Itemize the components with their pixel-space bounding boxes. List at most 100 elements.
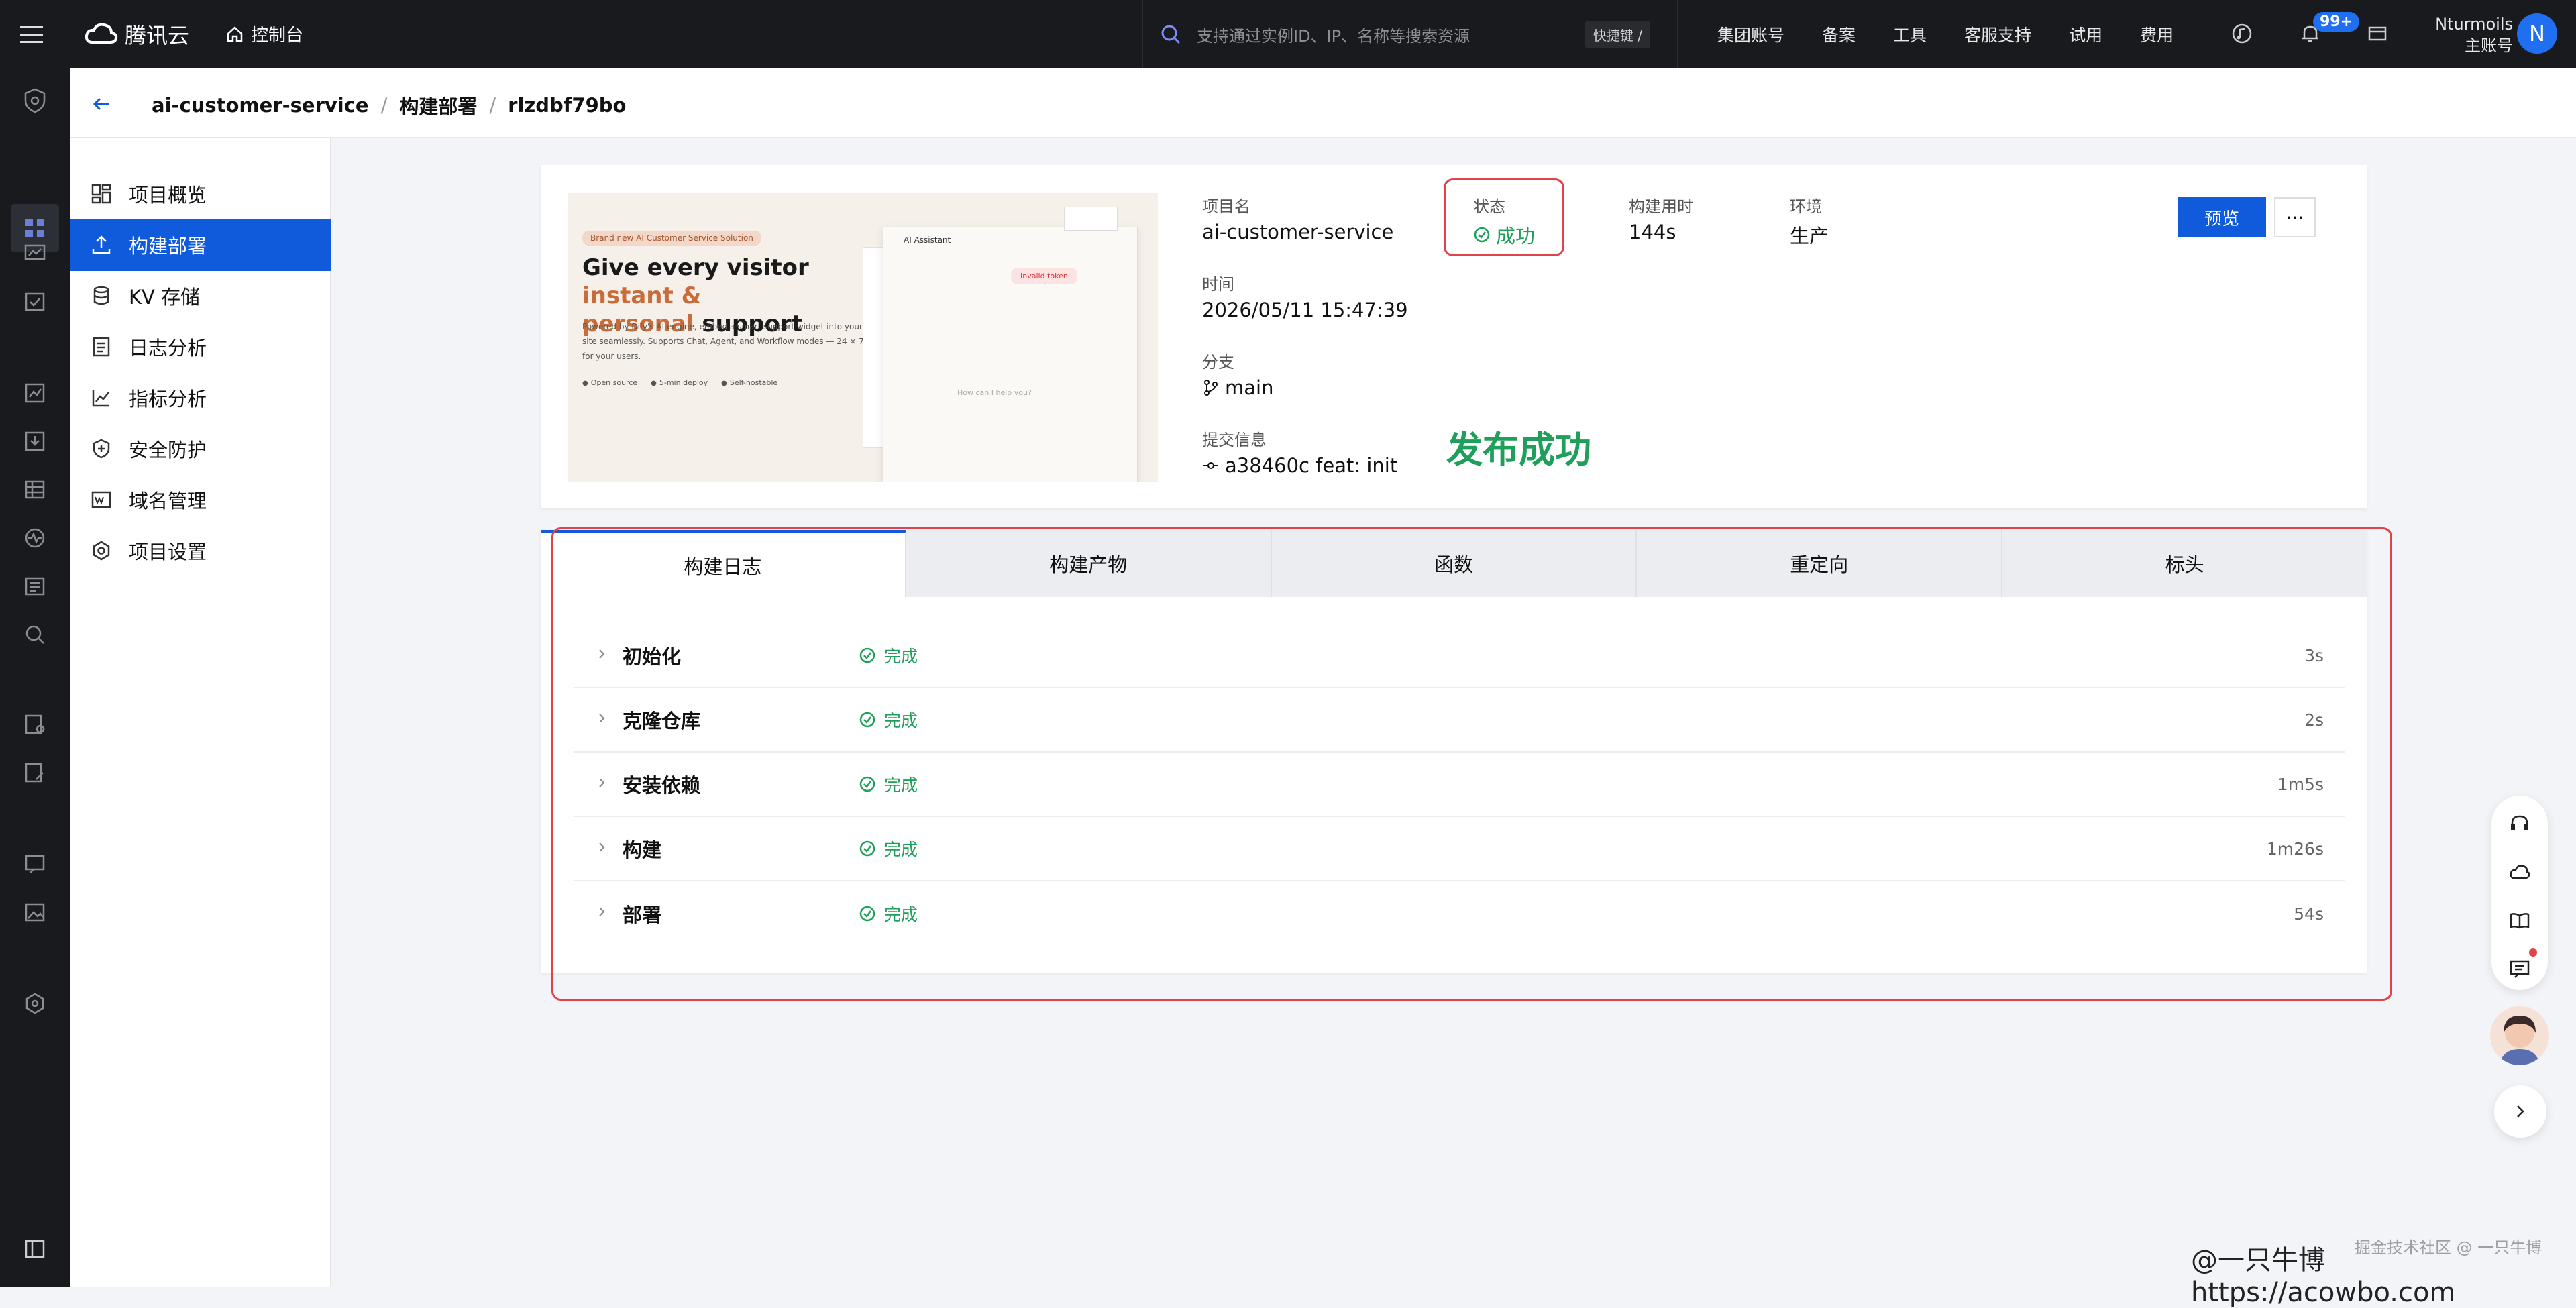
sidebar-item-settings[interactable]: 项目设置 [70, 525, 331, 577]
detail-tabs: 构建日志 构建产物 函数 重定向 标头 [541, 530, 2367, 597]
nav-support[interactable]: 客服支持 [1964, 22, 2031, 46]
pulse-icon[interactable] [21, 525, 48, 551]
book-icon[interactable] [2506, 907, 2533, 934]
preview-features: Open source 5-min deploy Self-hostable [582, 378, 777, 387]
build-step-row[interactable]: 部署 完成 54s [574, 881, 2345, 946]
search-rail-icon[interactable] [21, 621, 48, 648]
build-step-row[interactable]: 构建 完成 1m26s [574, 817, 2345, 881]
search-icon [1161, 25, 1181, 44]
nav-tools[interactable]: 工具 [1893, 22, 1927, 46]
chevron-right-icon [594, 775, 609, 790]
image-icon[interactable] [21, 899, 48, 926]
user-role: 主账号 [2465, 36, 2513, 55]
cart-icon[interactable] [2364, 20, 2391, 47]
global-search[interactable]: 支持通过实例ID、IP、名称等搜索资源 快捷键 / [1142, 0, 1678, 68]
search-placeholder: 支持通过实例ID、IP、名称等搜索资源 [1197, 26, 1470, 46]
environment-field: 环境 生产 [1790, 197, 1829, 248]
avatar[interactable]: N [2517, 13, 2557, 54]
domain-icon [90, 488, 113, 511]
user-name: Nturmoils [2435, 15, 2513, 34]
nav-billing[interactable]: 费用 [2140, 22, 2174, 46]
nav-group-account[interactable]: 集团账号 [1717, 22, 1784, 46]
sidebar-item-domains[interactable]: 域名管理 [70, 474, 331, 526]
step-status: 完成 [859, 902, 918, 926]
grid-apps-icon[interactable] [21, 215, 48, 241]
step-duration: 2s [2304, 710, 2324, 730]
tencent-cloud-logo[interactable]: 腾讯云 [85, 19, 189, 50]
user-info[interactable]: Nturmoils 主账号 [2422, 13, 2513, 56]
commit-field: 提交信息 a38460c feat: init [1202, 431, 1398, 477]
status-field: 状态 成功 [1473, 197, 1536, 249]
tab-functions[interactable]: 函数 [1271, 530, 1638, 597]
git-branch-icon [1204, 380, 1218, 396]
breadcrumb-section[interactable]: 构建部署 [399, 91, 477, 119]
preview-chat-window: AI Assistant Invalid token How can I hel… [883, 227, 1138, 482]
build-detail-card: 构建日志 构建产物 函数 重定向 标头 初始化 完成 3s 克隆仓库 完成 2s… [541, 530, 2367, 973]
music-note-icon[interactable] [2229, 20, 2255, 47]
build-step-row[interactable]: 初始化 完成 3s [574, 624, 2345, 688]
cloud-sync-icon[interactable] [2506, 859, 2533, 885]
document-icon [90, 335, 113, 358]
hexagon-settings-icon[interactable] [21, 990, 48, 1017]
headset-icon[interactable] [2506, 810, 2533, 837]
shield-check-icon[interactable] [21, 288, 48, 315]
sidebar-item-log-analysis[interactable]: 日志分析 [70, 321, 331, 373]
hamburger-menu-icon[interactable] [17, 20, 46, 48]
edgeone-shield-icon[interactable] [21, 87, 48, 114]
sidebar-item-overview[interactable]: 项目概览 [70, 168, 331, 220]
edit-doc-icon[interactable] [21, 759, 48, 786]
top-bar: 腾讯云 控制台 支持通过实例ID、IP、名称等搜索资源 快捷键 / 集团账号 备… [0, 0, 2576, 68]
tab-headers[interactable]: 标头 [2002, 530, 2367, 597]
tab-build-artifacts[interactable]: 构建产物 [906, 530, 1272, 597]
console-link[interactable]: 控制台 [225, 21, 303, 46]
step-name: 初始化 [623, 645, 682, 668]
sidebar-item-label: 指标分析 [129, 388, 207, 411]
tab-build-log[interactable]: 构建日志 [541, 530, 906, 597]
preview-button[interactable]: 预览 [2178, 197, 2266, 237]
monitor-chart-icon[interactable] [21, 240, 48, 267]
duration-value: 144s [1629, 221, 1676, 243]
tab-redirects[interactable]: 重定向 [1637, 530, 2003, 597]
chevron-right-icon [594, 647, 609, 661]
nav-trial[interactable]: 试用 [2069, 22, 2102, 46]
sidebar-item-kv-storage[interactable]: KV 存储 [70, 270, 331, 322]
chevron-right-icon[interactable] [2494, 1085, 2546, 1138]
chevron-right-icon [594, 711, 609, 726]
image-chart-icon[interactable] [21, 380, 48, 406]
shield-plus-icon [90, 437, 113, 460]
chat-box-icon[interactable] [21, 851, 48, 877]
build-steps-list: 初始化 完成 3s 克隆仓库 完成 2s 安装依赖 完成 1m5s 构建 完成 … [574, 624, 2345, 946]
table-icon[interactable] [21, 476, 48, 503]
report-icon[interactable] [21, 573, 48, 600]
breadcrumb-project[interactable]: ai-customer-service [152, 94, 369, 117]
build-step-row[interactable]: 克隆仓库 完成 2s [574, 688, 2345, 753]
watermark: @一只牛博 https://acowbo.com [2191, 1245, 2456, 1308]
step-duration: 3s [2304, 645, 2324, 665]
feedback-icon[interactable] [2506, 955, 2533, 982]
preview-window-controls [1064, 207, 1118, 231]
sidebar-item-label: 域名管理 [129, 490, 207, 512]
shortcut-hint: 快捷键 / [1585, 20, 1650, 48]
home-icon [227, 25, 243, 42]
notification-dot [2529, 948, 2537, 957]
sidebar-item-label: 项目设置 [129, 541, 207, 563]
project-name-field: 项目名 ai-customer-service [1202, 197, 1394, 243]
sidebar-item-security[interactable]: 安全防护 [70, 423, 331, 475]
step-duration: 1m26s [2266, 838, 2324, 859]
site-preview-thumbnail[interactable]: Brand new AI Customer Service Solution G… [568, 193, 1158, 482]
step-duration: 1m5s [2277, 774, 2324, 794]
back-arrow-icon[interactable] [90, 93, 113, 115]
sidebar-item-build-deploy[interactable]: 构建部署 [70, 219, 331, 271]
sidebar-item-metrics[interactable]: 指标分析 [70, 372, 331, 424]
settings-doc-icon[interactable] [21, 711, 48, 738]
collapse-sidebar-icon[interactable] [21, 1236, 48, 1262]
status-value: 成功 [1473, 221, 1535, 249]
build-step-row[interactable]: 安装依赖 完成 1m5s [574, 753, 2345, 817]
nav-icp-filing[interactable]: 备案 [1822, 22, 1856, 46]
assistant-avatar[interactable] [2490, 1006, 2549, 1065]
breadcrumb: ai-customer-service / 构建部署 / rlzdbf79bo [152, 91, 626, 119]
sidebar-item-label: 项目概览 [129, 184, 207, 207]
more-options-button[interactable]: ··· [2274, 197, 2316, 237]
step-status: 完成 [859, 643, 918, 667]
download-box-icon[interactable] [21, 428, 48, 455]
